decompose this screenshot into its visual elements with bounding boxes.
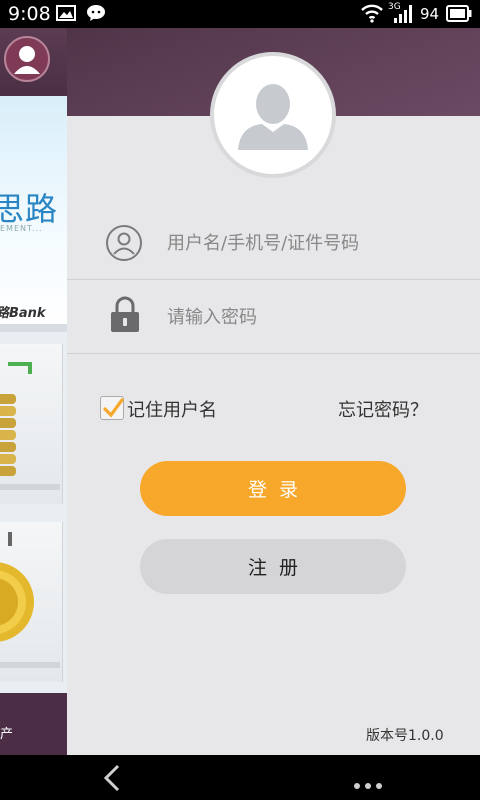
side-menu-preview[interactable]: 思路 EMENT... 路Bank 产 <box>0 28 67 755</box>
battery-level: 94 <box>420 5 440 23</box>
checkmark-icon <box>103 398 124 418</box>
side-footer-label: 产 <box>0 727 14 742</box>
forgot-password-link[interactable]: 忘记密码？ <box>338 396 428 422</box>
status-bar: 9:08 3G 94 <box>0 0 480 28</box>
login-button[interactable]: 登录 <box>140 461 406 516</box>
gold-coin-tile[interactable] <box>0 522 63 682</box>
user-avatar-icon <box>238 84 308 150</box>
username-input[interactable] <box>167 228 457 258</box>
gold-coin-icon <box>0 532 60 668</box>
lock-icon <box>109 296 141 338</box>
remember-label: 记住用户名 <box>127 400 217 421</box>
divider <box>0 324 67 332</box>
login-panel: 记住用户名 忘记密码？ 登录 注册 版本号1.0.0 <box>67 28 480 755</box>
navigation-bar <box>0 755 480 800</box>
user-avatar[interactable] <box>210 52 336 178</box>
coin-stack-icon <box>0 362 60 490</box>
signal-icon <box>392 4 416 28</box>
side-avatar-icon[interactable] <box>4 36 50 82</box>
checkbox-box[interactable] <box>100 396 124 420</box>
password-row <box>67 280 480 354</box>
wechat-icon <box>86 4 106 26</box>
wifi-icon <box>360 3 384 27</box>
battery-icon <box>446 5 472 26</box>
version-label: 版本号1.0.0 <box>366 728 444 744</box>
back-icon[interactable] <box>100 763 124 797</box>
image-icon <box>56 4 76 26</box>
password-input[interactable] <box>167 302 457 332</box>
bank-logo-text: 路Bank <box>0 306 46 321</box>
username-row <box>67 206 480 280</box>
status-time: 9:08 <box>8 3 51 25</box>
coin-stack-tile[interactable] <box>0 344 63 504</box>
more-menu-icon[interactable] <box>353 775 383 794</box>
side-menu-footer: 产 <box>0 693 67 755</box>
register-button[interactable]: 注册 <box>140 539 406 594</box>
banner-subtitle: EMENT... <box>0 224 43 233</box>
field-divider <box>67 353 480 354</box>
remember-username-checkbox[interactable]: 记住用户名 <box>100 393 230 425</box>
user-icon <box>105 224 143 266</box>
promo-banner[interactable]: 思路 EMENT... 路Bank <box>0 96 67 326</box>
side-menu-header <box>0 28 67 96</box>
